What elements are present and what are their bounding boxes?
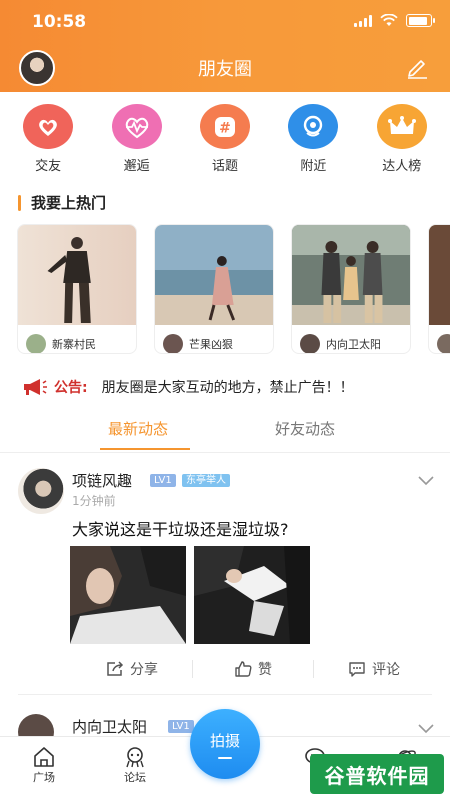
hot-card-photo (292, 225, 410, 325)
category-leaderboard[interactable]: 达人榜 (362, 104, 442, 174)
page-title: 朋友圈 (198, 59, 252, 80)
hot-card[interactable]: 内向卫太阳 (291, 224, 411, 354)
status-bar: 10:58 (0, 10, 450, 34)
post-username[interactable]: 内向卫太阳 (72, 716, 147, 737)
category-making-friends[interactable]: 交友 (8, 104, 88, 174)
notice-label: 公告: (54, 380, 88, 396)
share-icon (107, 661, 124, 676)
hot-card-photo (18, 225, 136, 325)
category-nearby[interactable]: 附近 (273, 104, 353, 174)
share-label: 分享 (130, 662, 158, 678)
like-label: 赞 (258, 662, 272, 678)
title-badge: 东亭举人 (182, 474, 230, 487)
post-username[interactable]: 项链风趣 (72, 470, 132, 491)
avatar (26, 334, 46, 353)
shoot-dash (218, 756, 232, 759)
avatar (300, 334, 320, 353)
hot-card-row: 新寨村民 芒果凶狠 内向卫太阳 (17, 224, 450, 356)
hot-card-user: 新寨村民 (18, 329, 136, 353)
category-label: 达人榜 (382, 159, 422, 174)
divider (18, 694, 432, 695)
category-label: 交友 (35, 159, 62, 174)
hot-card[interactable]: 新寨村民 (17, 224, 137, 354)
category-encounter[interactable]: 邂逅 (97, 104, 177, 174)
hot-section-title: 我要上热门 (18, 192, 106, 213)
hot-card[interactable]: 芒果凶狠 (154, 224, 274, 354)
divider (0, 452, 450, 453)
nav-forum[interactable]: 论坛 (105, 745, 165, 785)
hot-card-user: 内向卫太阳 (292, 329, 410, 353)
comment-icon (349, 662, 365, 677)
shoot-button[interactable]: 拍摄 (190, 709, 260, 779)
megaphone-icon (24, 379, 47, 395)
chevron-down-icon[interactable] (418, 724, 434, 734)
avatar (437, 334, 450, 353)
hot-card-user: 芒果凶狠 (155, 329, 273, 353)
nav-label: 论坛 (124, 771, 146, 784)
shoot-label: 拍摄 (209, 731, 240, 750)
post-content: 大家说这是干垃圾还是湿垃圾? (72, 520, 289, 539)
post-photo[interactable] (70, 546, 186, 644)
post-time: 1分钟前 (72, 494, 116, 508)
home-icon (34, 747, 54, 767)
nav-label: 广场 (33, 771, 55, 784)
comment-button[interactable]: 评论 (314, 659, 434, 679)
post-photo[interactable] (194, 546, 310, 644)
thumbs-up-icon (235, 661, 252, 677)
signal-icon (354, 14, 372, 27)
avatar[interactable] (18, 468, 64, 514)
status-time: 10:58 (32, 12, 87, 32)
hot-card-user (429, 329, 450, 353)
notice-bar: 公告: 朋友圈是大家互动的地方，禁止广告！！ (22, 377, 354, 397)
chevron-down-icon[interactable] (418, 476, 434, 486)
hot-card-username: 芒果凶狠 (189, 338, 233, 351)
hot-card-photo (429, 225, 450, 325)
pulse-heart-icon (111, 104, 162, 149)
forum-icon (126, 747, 144, 768)
level-badge: LV1 (168, 720, 194, 733)
hot-card[interactable] (428, 224, 450, 354)
share-button[interactable]: 分享 (72, 659, 192, 679)
level-badge: LV1 (150, 474, 176, 487)
svg-text:#: # (219, 120, 231, 136)
status-icons (354, 14, 435, 27)
category-topics[interactable]: # 话题 (185, 104, 265, 174)
location-icon (288, 104, 339, 149)
category-label: 邂逅 (123, 159, 150, 174)
post-actions: 分享 赞 评论 (72, 656, 434, 682)
hot-card-username: 新寨村民 (52, 338, 96, 351)
section-accent-bar (18, 194, 21, 211)
feed-tabs: 最新动态 好友动态 (0, 418, 450, 454)
hot-title-text: 我要上热门 (31, 194, 107, 212)
hashtag-icon: # (199, 104, 250, 149)
crown-icon (376, 104, 427, 149)
tab-friends[interactable]: 好友动态 (275, 418, 335, 439)
hot-card-photo (155, 225, 273, 325)
hot-card-username: 内向卫太阳 (326, 338, 381, 351)
battery-icon (406, 14, 435, 27)
nav-plaza[interactable]: 广场 (14, 745, 74, 785)
wifi-icon (380, 14, 398, 26)
tab-indicator (100, 448, 190, 450)
like-button[interactable]: 赞 (193, 659, 313, 679)
category-label: 附近 (300, 159, 327, 174)
avatar (163, 334, 183, 353)
tab-latest[interactable]: 最新动态 (108, 418, 168, 439)
category-label: 话题 (211, 159, 238, 174)
edit-icon[interactable] (404, 54, 430, 80)
watermark-logo: 谷普软件园 (310, 754, 444, 794)
notice-text: 朋友圈是大家互动的地方，禁止广告！！ (101, 380, 354, 396)
header-bar: 10:58 朋友圈 (0, 0, 450, 92)
category-row: 交友 邂逅 # 话题 附近 达人榜 (0, 104, 450, 174)
comment-label: 评论 (372, 662, 400, 678)
heart-icon (23, 104, 74, 149)
